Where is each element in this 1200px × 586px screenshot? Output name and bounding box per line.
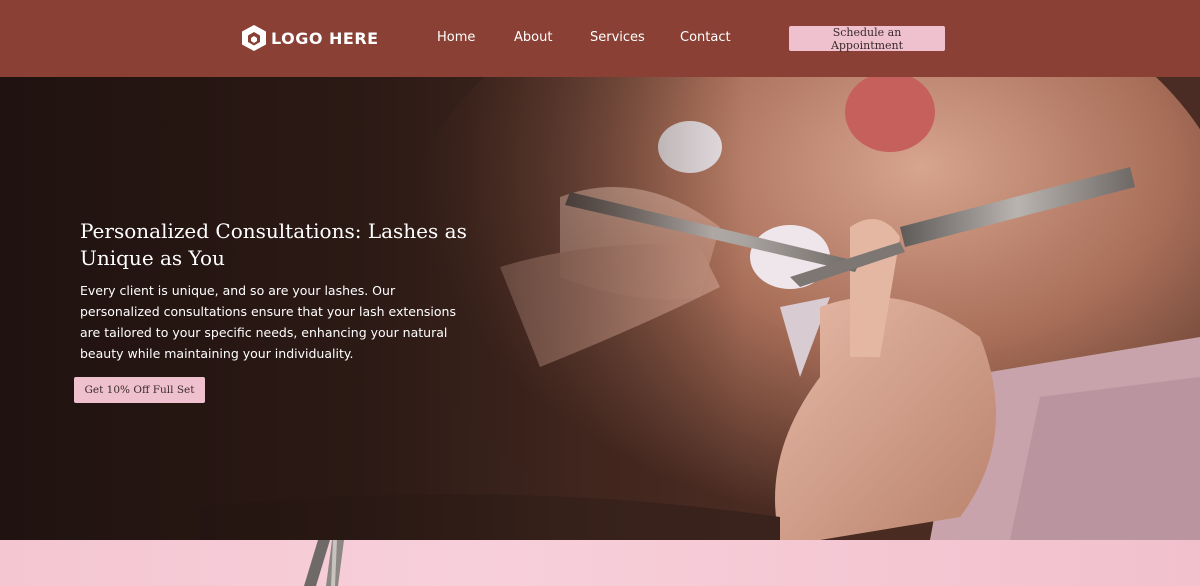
get-discount-button[interactable]: Get 10% Off Full Set [74, 377, 205, 403]
main-nav: Home About Services Contact [0, 30, 1200, 48]
site-header: LOGO HERE Home About Services Contact Sc… [0, 0, 1200, 77]
nav-contact[interactable]: Contact [680, 30, 731, 45]
nav-home[interactable]: Home [437, 30, 475, 45]
next-section-preview [0, 540, 1200, 586]
tweezers-image [304, 540, 344, 586]
hero-section: Personalized Consultations: Lashes as Un… [0, 77, 1200, 540]
hero-content: Personalized Consultations: Lashes as Un… [80, 218, 480, 364]
nav-services[interactable]: Services [590, 30, 645, 45]
hero-title: Personalized Consultations: Lashes as Un… [80, 219, 467, 270]
hero-description: Every client is unique, and so are your … [80, 283, 456, 361]
nav-about[interactable]: About [514, 30, 552, 45]
schedule-appointment-button[interactable]: Schedule an Appointment [789, 26, 945, 52]
